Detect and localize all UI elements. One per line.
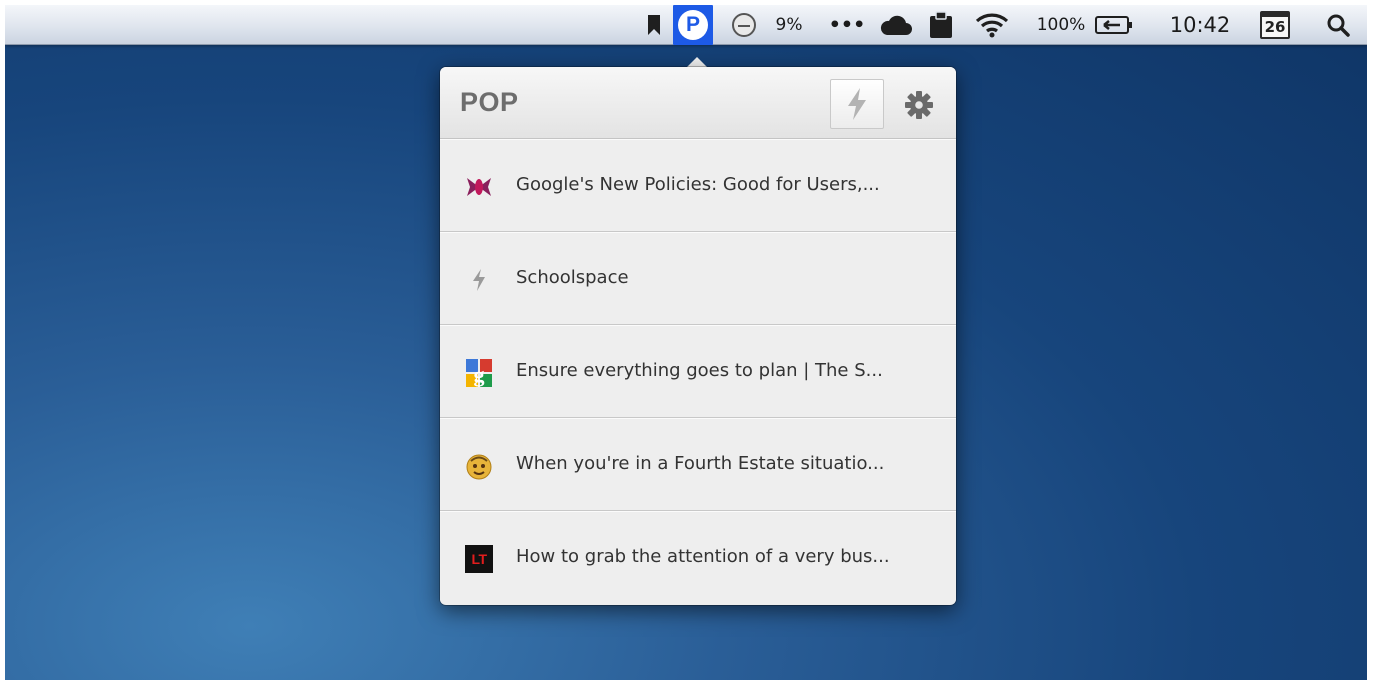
list-item[interactable]: LT How to grab the attention of a very b… [440,511,956,604]
gear-icon [905,91,933,119]
bolt-icon [464,265,494,295]
clipboard-icon[interactable] [927,5,955,45]
calendar-icon[interactable]: 26 [1258,5,1292,45]
list-item-label: When you're in a Fourth Estate situatio.… [516,453,885,474]
activity-monitor-icon[interactable] [729,5,759,45]
popover-title: POP [460,87,519,117]
list-item[interactable]: Schoolspace [440,232,956,325]
battery-percent[interactable]: 100% [1033,5,1089,45]
pop-logo-icon: P [678,10,708,40]
clock[interactable]: 10:42 [1155,5,1245,45]
popover-list: Google's New Policies: Good for Users,..… [440,139,956,604]
calendar-day: 26 [1264,18,1286,36]
popover-header: POP [440,67,956,139]
list-item[interactable]: g Ensure everything goes to plan | The S… [440,325,956,418]
menu-bar: P 9% ••• 100% 10:42 26 [5,5,1367,45]
desktop: P 9% ••• 100% 10:42 26 POP Google's New … [5,5,1367,680]
settings-button[interactable] [901,87,937,123]
lt-icon: LT [464,544,494,574]
list-item[interactable]: When you're in a Fourth Estate situatio.… [440,418,956,511]
bolt-icon [848,88,866,120]
list-item-label: Google's New Policies: Good for Users,..… [516,174,880,195]
battery-icon[interactable] [1093,5,1135,45]
bolt-button[interactable] [830,79,884,129]
butterfly-icon [464,172,494,202]
cpu-percent[interactable]: 9% [767,5,811,45]
list-item[interactable]: Google's New Policies: Good for Users,..… [440,139,956,232]
cloud-icon[interactable] [877,5,915,45]
pop-popover: POP Google's New Policies: Good for User… [440,67,956,605]
bookmark-icon[interactable] [643,5,665,45]
smiley-icon [464,451,494,481]
search-icon[interactable] [1321,5,1355,45]
svg-text:g: g [474,362,485,387]
pop-menu-icon[interactable]: P [673,5,713,45]
list-item-label: Schoolspace [516,267,629,288]
list-item-label: How to grab the attention of a very bus.… [516,546,890,567]
google-apps-icon: g [464,358,494,388]
overflow-dots-icon[interactable]: ••• [827,5,867,45]
lt-icon-text: LT [471,551,487,567]
wifi-icon[interactable] [973,5,1011,45]
list-item-label: Ensure everything goes to plan | The S..… [516,360,883,381]
